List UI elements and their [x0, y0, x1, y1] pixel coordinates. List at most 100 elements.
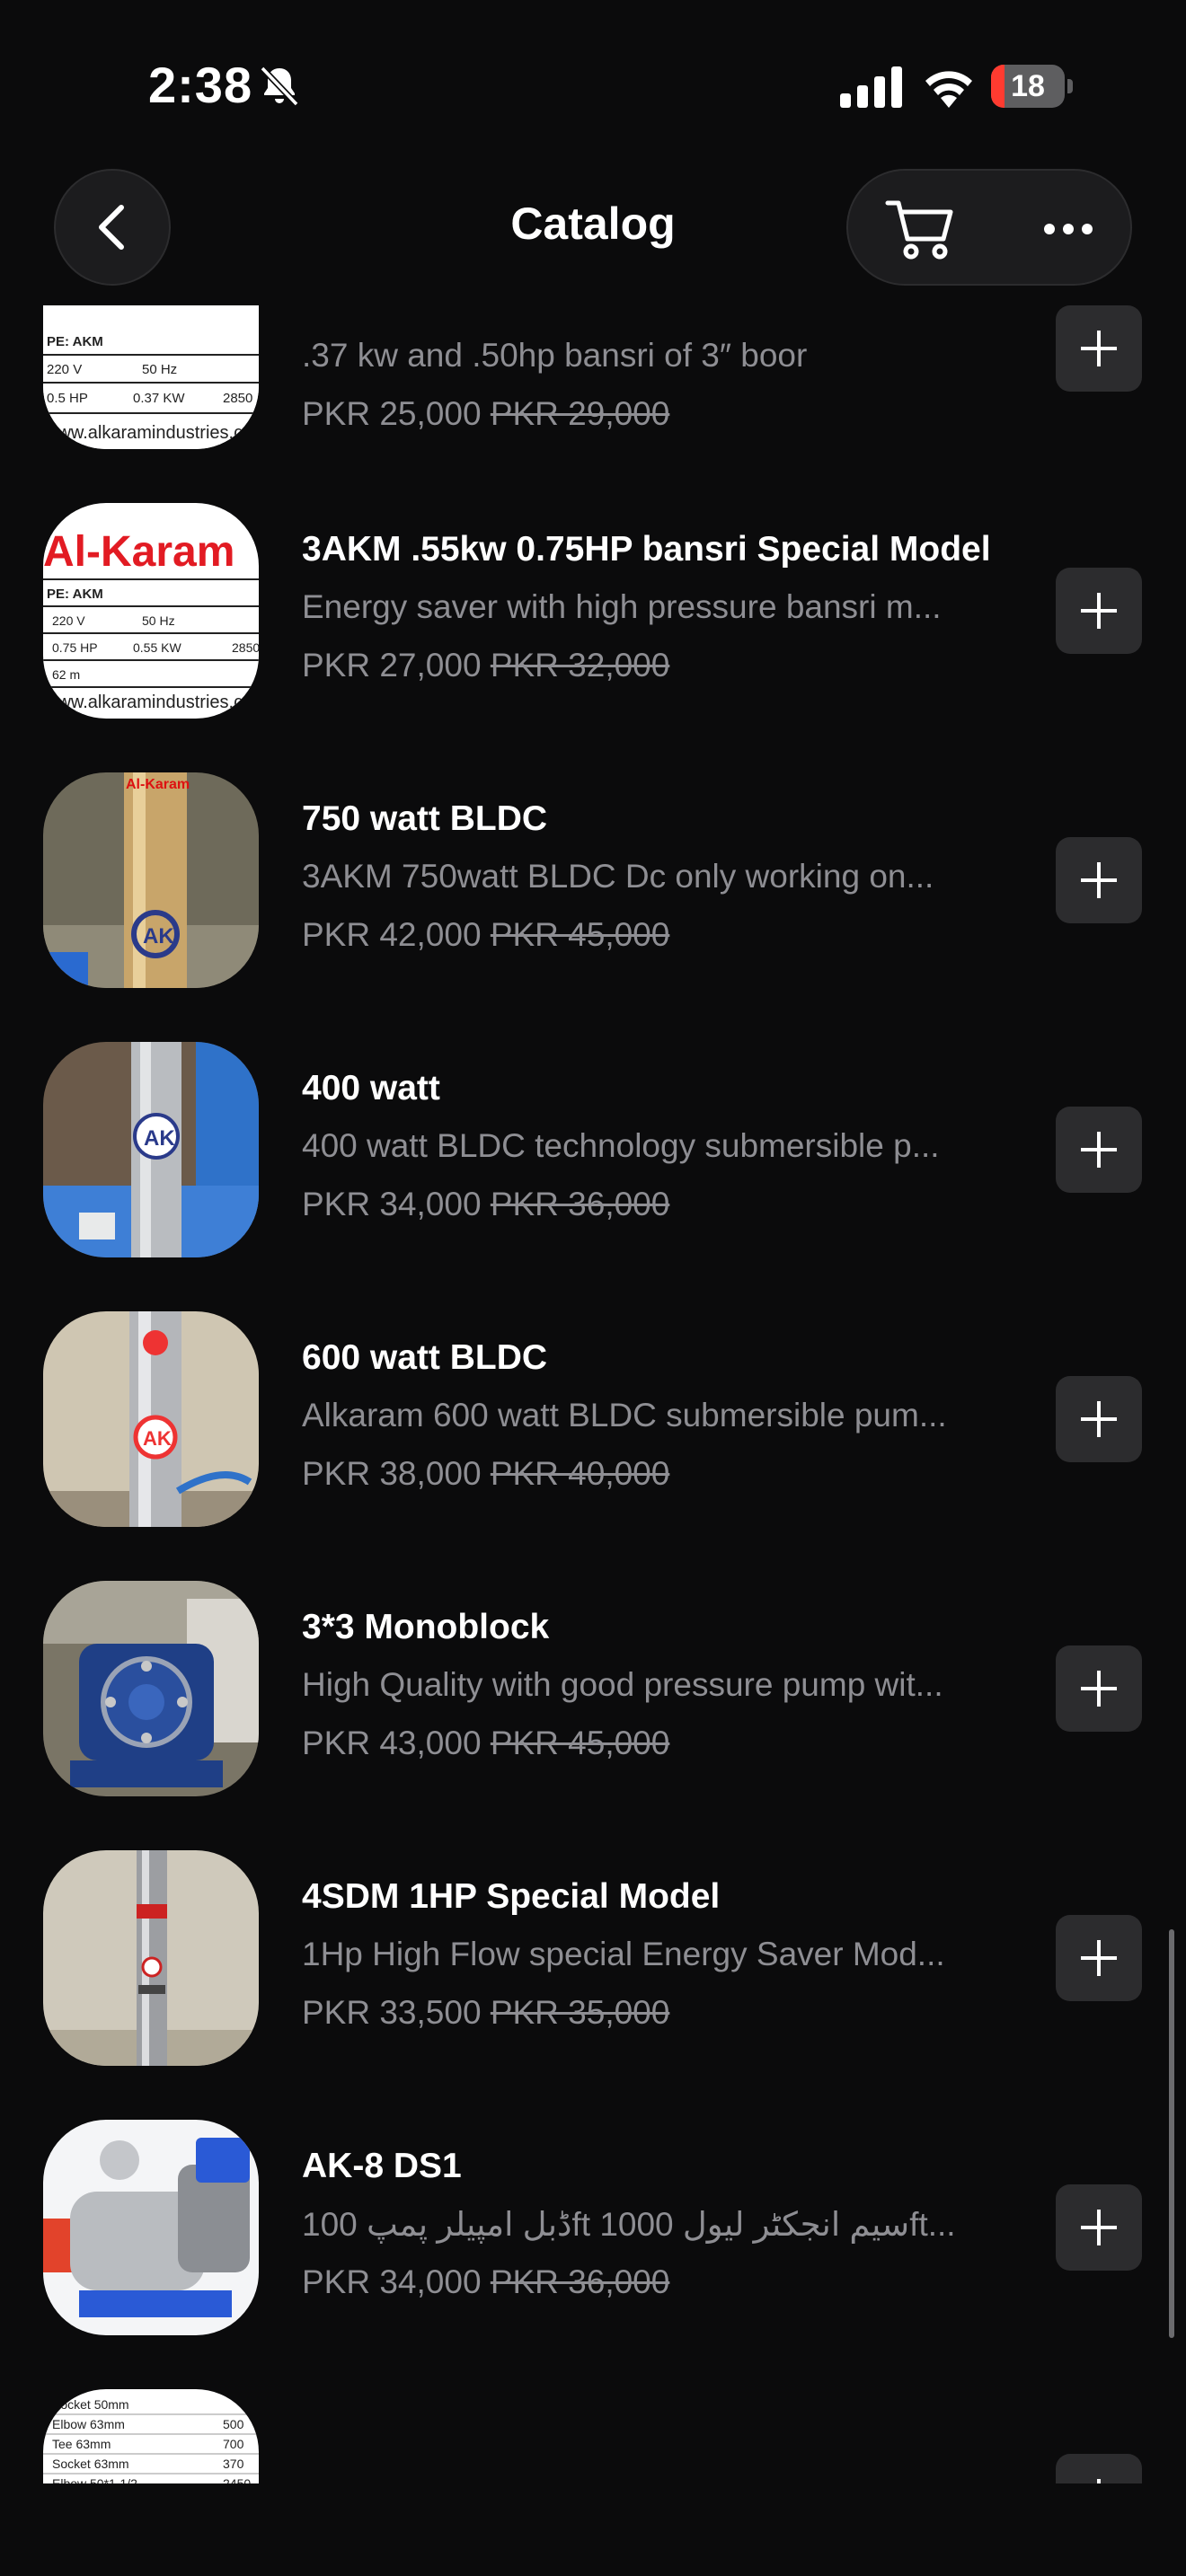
pump-brand: Al-Karam [126, 777, 190, 792]
price-list-value: 500 [223, 2417, 244, 2431]
more-options-button[interactable] [1037, 198, 1100, 260]
plus-icon [1081, 1940, 1117, 1976]
plus-icon [1081, 2210, 1117, 2245]
price-list-row: Elbow 50*1-1/2 [52, 2476, 137, 2483]
price-list-row: Elbow 63mm [52, 2417, 125, 2431]
price-list-value: 700 [223, 2437, 244, 2451]
plus-icon [1081, 593, 1117, 629]
plate-url: www.alkaramindustries.com [44, 693, 259, 712]
product-list[interactable]: PE: AKM 220 V 50 Hz 0.5 HP 0.37 KW 2850 … [0, 305, 1186, 2483]
product-image: Al-Karam PE: AKM 220 V 50 Hz 0.75 HP 0.5… [43, 503, 259, 719]
plate-freq: 50 Hz [142, 613, 175, 628]
product-title: 3*3 Monoblock [302, 1608, 550, 1646]
plus-icon [1081, 331, 1117, 366]
product-image [43, 2120, 259, 2335]
price-list-row: Socket 63mm [52, 2457, 129, 2471]
product-title: 3AKM .55kw 0.75HP bansri Special Model [302, 530, 991, 569]
pump-logo: AK [143, 924, 174, 948]
product-description: Energy saver with high pressure bansri m… [302, 588, 942, 625]
add-to-cart-button[interactable] [1056, 1915, 1142, 2001]
product-item[interactable]: AK-8 DS1 ڈبل امپیلر پمپ 100ft سیم انجکٹر… [0, 2102, 1186, 2371]
plate-head: 62 m [52, 667, 80, 682]
add-to-cart-button[interactable] [1056, 568, 1142, 654]
plate-brand: Al-Karam [43, 528, 235, 576]
nav-actions [846, 169, 1132, 286]
product-title: 4SDM 1HP Special Model [302, 1877, 721, 1916]
cart-icon[interactable] [884, 196, 956, 260]
pump-logo: AK [144, 1126, 175, 1151]
status-bar: 2:38 18 [0, 0, 1186, 162]
product-image [43, 1581, 259, 1796]
product-image: AK [43, 1042, 259, 1257]
plus-icon [1097, 2479, 1101, 2483]
status-time: 2:38 [148, 57, 253, 113]
product-price: PKR 25,000 PKR 29,000 [302, 395, 670, 432]
product-image: Socket 50mm Elbow 63mm 500 Tee 63mm 700 … [43, 2389, 259, 2483]
product-image: Al-Karam AK [43, 772, 259, 988]
product-description: Alkaram 600 watt BLDC submersible pum... [302, 1397, 947, 1434]
product-item[interactable]: 3*3 Monoblock High Quality with good pre… [0, 1563, 1186, 1832]
plate-voltage: 220 V [47, 362, 82, 377]
product-description: High Quality with good pressure pump wit… [302, 1666, 943, 1703]
wifi-icon [925, 71, 972, 108]
plus-icon [1081, 1671, 1117, 1707]
add-to-cart-button[interactable] [1056, 1107, 1142, 1193]
plate-type: PE: AKM [47, 334, 103, 349]
product-item[interactable]: PE: AKM 220 V 50 Hz 0.5 HP 0.37 KW 2850 … [0, 305, 1186, 485]
plate-hp: 0.5 HP [47, 391, 88, 406]
plate-rpm: 2850 [232, 640, 259, 655]
scrollbar[interactable] [1169, 1929, 1174, 2338]
add-to-cart-button[interactable] [1056, 305, 1142, 392]
bell-slash-icon [260, 66, 299, 107]
plate-kw: 0.37 KW [133, 391, 185, 406]
product-title: 750 watt BLDC [302, 799, 548, 838]
product-price: PKR 42,000 PKR 45,000 [302, 916, 670, 953]
price-list-row: Socket 50mm [52, 2397, 129, 2412]
add-to-cart-button[interactable] [1056, 2454, 1142, 2483]
plus-icon [1081, 1401, 1117, 1437]
plate-freq: 50 Hz [142, 362, 177, 377]
product-description: .37 kw and .50hp bansri of 3″ boor [302, 337, 808, 374]
product-item[interactable]: Al-Karam PE: AKM 220 V 50 Hz 0.75 HP 0.5… [0, 485, 1186, 754]
product-item[interactable]: Al-Karam AK 750 watt BLDC 3AKM 750watt B… [0, 754, 1186, 1024]
product-price: PKR 33,500 PKR 35,000 [302, 1994, 670, 2031]
product-price: PKR 43,000 PKR 45,000 [302, 1725, 670, 1761]
add-to-cart-button[interactable] [1056, 2184, 1142, 2271]
price-list-value: 2450 [223, 2476, 251, 2483]
product-item[interactable]: 4SDM 1HP Special Model 1Hp High Flow spe… [0, 1832, 1186, 2102]
product-price: PKR 38,000 PKR 40,000 [302, 1455, 670, 1492]
price-list-row: Tee 63mm [52, 2437, 111, 2451]
plate-hp: 0.75 HP [52, 640, 98, 655]
add-to-cart-button[interactable] [1056, 1376, 1142, 1462]
price-list-value: 370 [223, 2457, 244, 2471]
product-item[interactable]: AK 400 watt 400 watt BLDC technology sub… [0, 1024, 1186, 1293]
plate-url: www.alkaramindustries.com [44, 423, 259, 443]
navigation-bar: Catalog [0, 162, 1186, 305]
plus-icon [1081, 862, 1117, 898]
product-title: AK-8 DS1 [302, 2147, 462, 2185]
product-item[interactable]: AK 600 watt BLDC Alkaram 600 watt BLDC s… [0, 1293, 1186, 1563]
pump-logo: AK [143, 1427, 172, 1450]
product-image [43, 1850, 259, 2066]
product-price: PKR 34,000 PKR 36,000 [302, 1186, 670, 1222]
plate-voltage: 220 V [52, 613, 85, 628]
cellular-signal-icon [840, 66, 902, 108]
plus-icon [1081, 1132, 1117, 1168]
product-description: 400 watt BLDC technology submersible p..… [302, 1127, 940, 1164]
product-description: 3AKM 750watt BLDC Dc only working on... [302, 858, 934, 895]
product-price: PKR 34,000 PKR 36,000 [302, 2263, 670, 2300]
battery-level: 18 [1011, 69, 1045, 103]
plate-rpm: 2850 [223, 391, 252, 406]
product-image: PE: AKM 220 V 50 Hz 0.5 HP 0.37 KW 2850 … [43, 305, 259, 449]
product-price: PKR 27,000 PKR 32,000 [302, 647, 670, 684]
battery-indicator: 18 [991, 65, 1074, 108]
product-description: ڈبل امپیلر پمپ 100ft سیم انجکٹر لیول 100… [302, 2206, 956, 2243]
product-item[interactable]: Socket 50mm Elbow 63mm 500 Tee 63mm 700 … [0, 2371, 1186, 2483]
bottom-area [0, 2483, 1186, 2576]
product-description: 1Hp High Flow special Energy Saver Mod..… [302, 1936, 945, 1972]
add-to-cart-button[interactable] [1056, 837, 1142, 923]
plate-type: PE: AKM [47, 587, 103, 602]
product-image: AK [43, 1311, 259, 1527]
ellipsis-icon [1044, 224, 1093, 234]
add-to-cart-button[interactable] [1056, 1645, 1142, 1732]
